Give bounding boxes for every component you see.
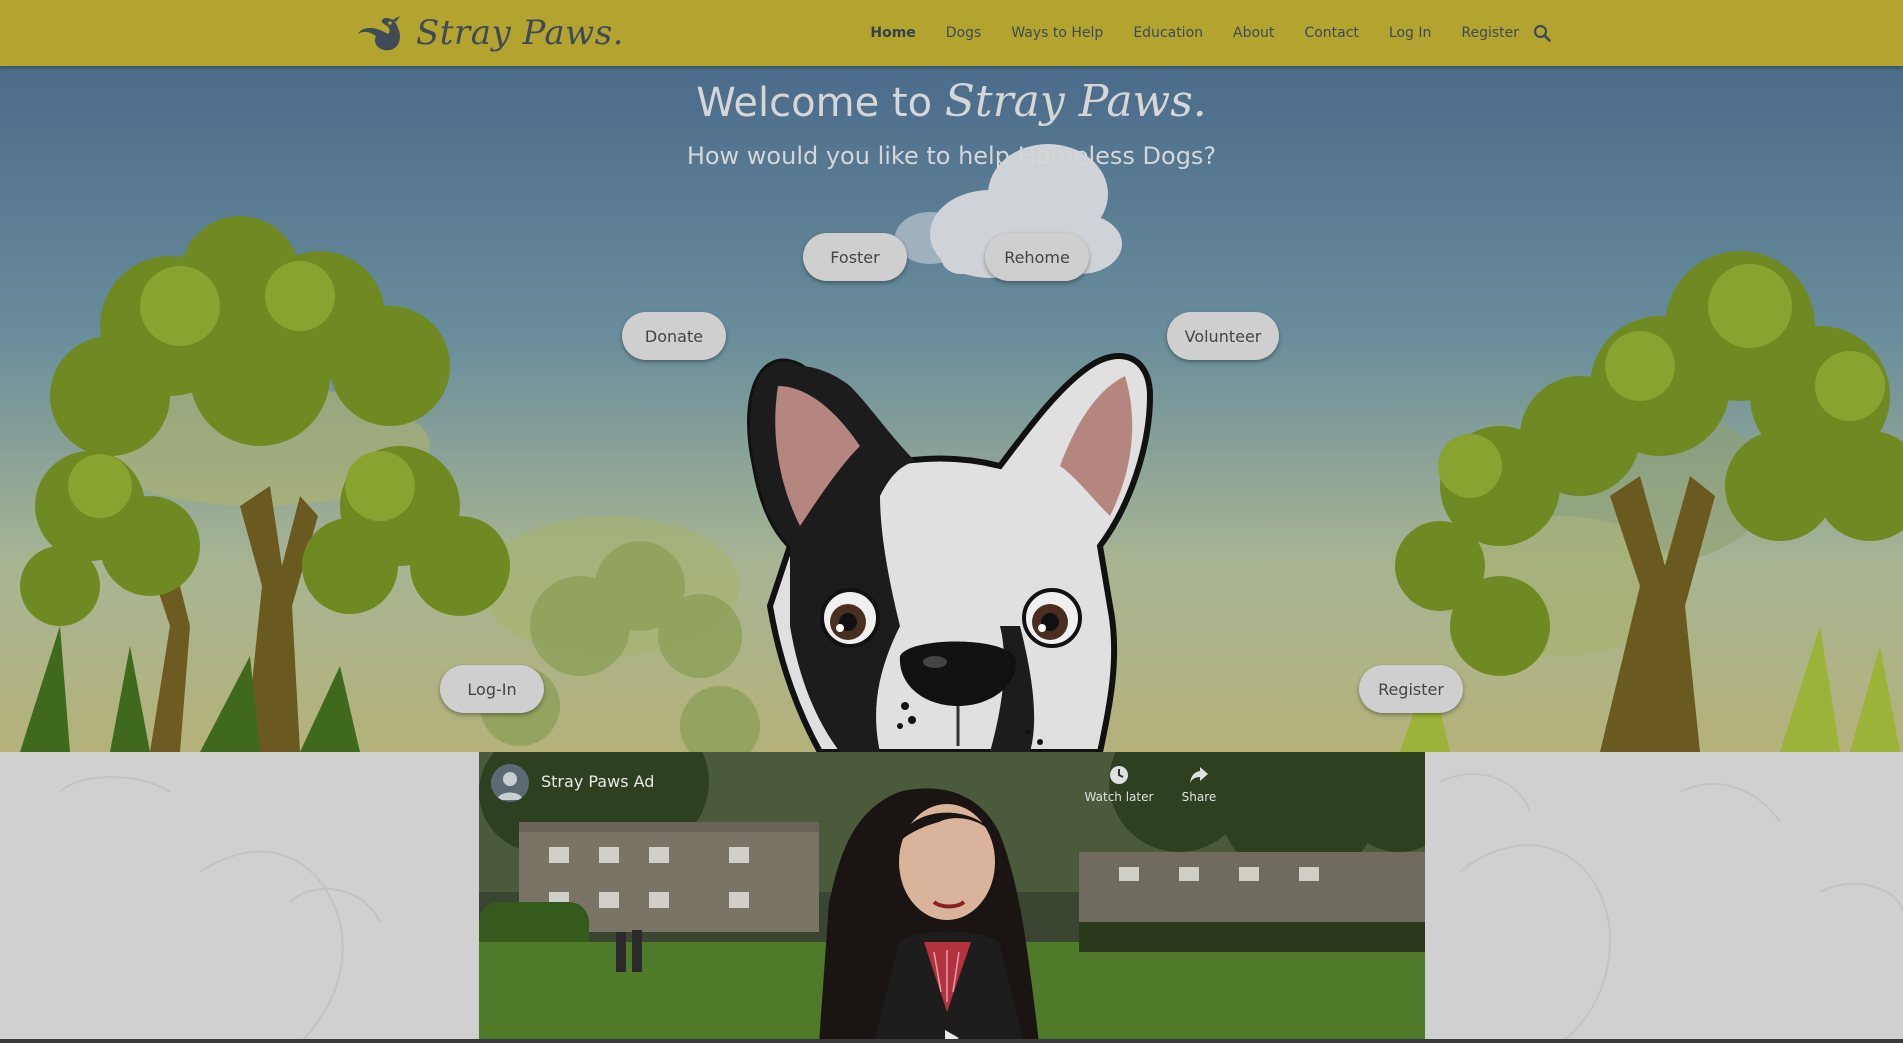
avatar-icon[interactable] — [491, 764, 529, 802]
watch-later-button[interactable]: Watch later — [1084, 764, 1154, 804]
video-frame — [479, 752, 1425, 1043]
hero-title-brand: Stray Paws. — [944, 76, 1207, 127]
nav-dogs[interactable]: Dogs — [946, 25, 982, 41]
hero-title: Welcome to Stray Paws. — [0, 76, 1903, 127]
video-title[interactable]: Stray Paws Ad — [541, 772, 654, 791]
share-icon — [1190, 767, 1208, 783]
register-button[interactable]: Register — [1359, 665, 1463, 713]
nav-home[interactable]: Home — [870, 25, 915, 41]
watch-later-label: Watch later — [1084, 790, 1154, 804]
log-in-button[interactable]: Log-In — [440, 665, 544, 713]
nav-log-in[interactable]: Log In — [1389, 25, 1431, 41]
share-button[interactable]: Share — [1164, 764, 1234, 804]
nav-register[interactable]: Register — [1461, 25, 1519, 41]
bird-logo-icon — [358, 16, 400, 51]
video-section: Stray Paws Ad Watch later Share — [0, 752, 1903, 1043]
main-nav: Home Dogs Ways to Help Education About C… — [840, 0, 1551, 66]
volunteer-button[interactable]: Volunteer — [1167, 312, 1279, 360]
rehome-button[interactable]: Rehome — [985, 233, 1089, 281]
clock-icon — [1110, 766, 1128, 784]
share-label: Share — [1181, 790, 1217, 804]
hero-subtitle: How would you like to help Homeless Dogs… — [686, 142, 1217, 170]
page-bottom-edge — [0, 1039, 1903, 1043]
search-icon[interactable] — [1533, 24, 1551, 42]
foster-button[interactable]: Foster — [803, 233, 907, 281]
nav-ways-to-help[interactable]: Ways to Help — [1011, 25, 1103, 41]
nav-contact[interactable]: Contact — [1304, 25, 1358, 41]
donate-button[interactable]: Donate — [622, 312, 726, 360]
video-player[interactable]: Stray Paws Ad Watch later Share — [479, 752, 1425, 1043]
site-header: Stray Paws. Home Dogs Ways to Help Educa… — [0, 0, 1903, 66]
hero-title-prefix: Welcome to — [696, 80, 933, 126]
french-bulldog-illustration — [747, 353, 1154, 752]
nav-education[interactable]: Education — [1133, 25, 1203, 41]
brand-name: Stray Paws. — [416, 13, 624, 53]
nav-about[interactable]: About — [1233, 25, 1274, 41]
site-logo[interactable]: Stray Paws. — [354, 10, 624, 56]
hero-banner: Welcome to Stray Paws. How would you lik… — [0, 66, 1903, 752]
